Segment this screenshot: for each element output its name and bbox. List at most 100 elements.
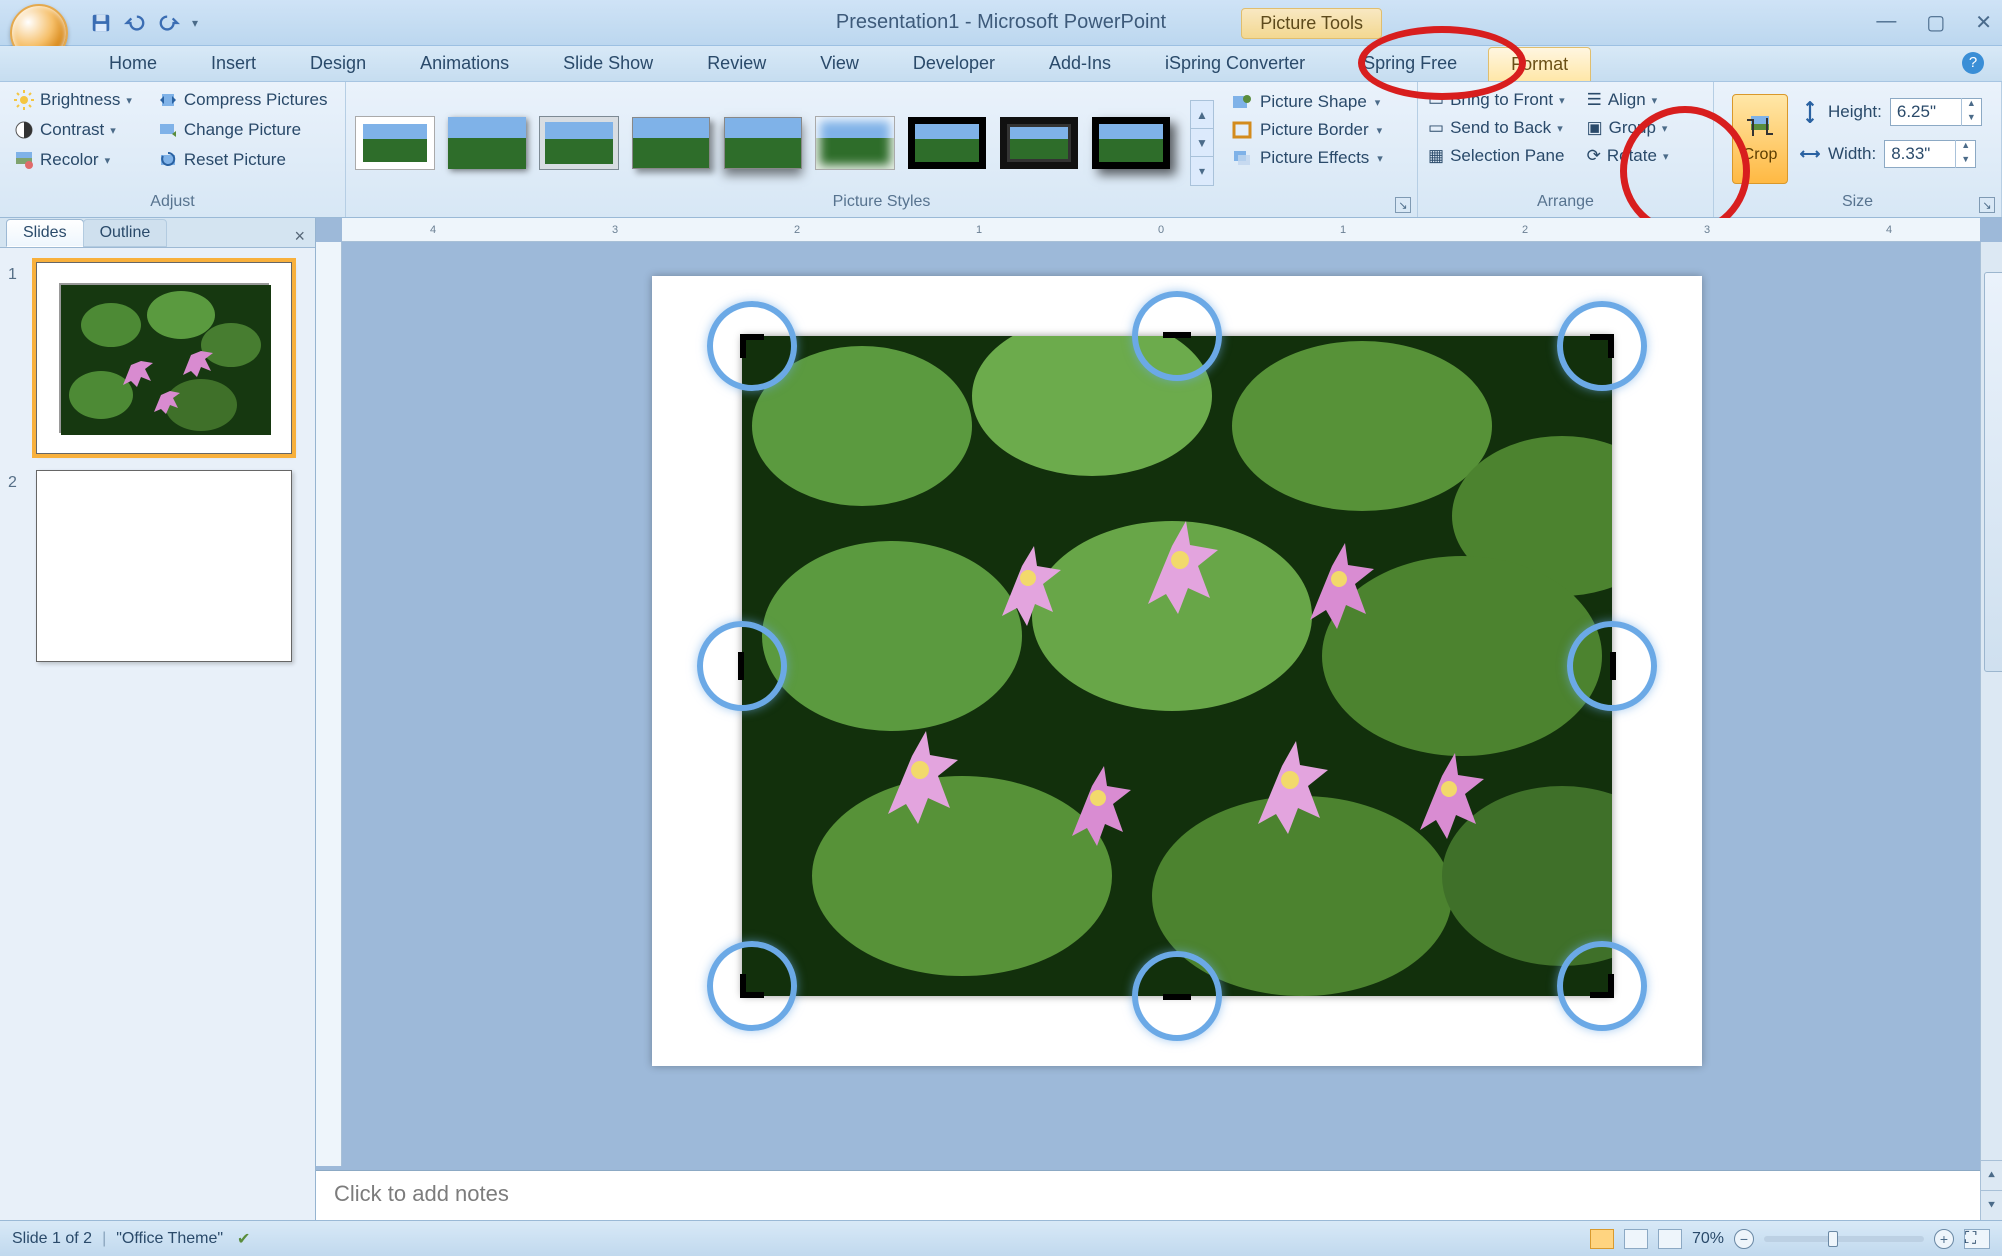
style-thumb[interactable]: [724, 117, 802, 169]
selected-picture[interactable]: [742, 336, 1612, 996]
sorter-view-button[interactable]: [1624, 1229, 1648, 1249]
normal-view-button[interactable]: [1590, 1229, 1614, 1249]
next-slide-icon[interactable]: ⯆: [1981, 1190, 2002, 1220]
slide-thumbnail-row[interactable]: 2: [8, 470, 307, 662]
tab-add-ins[interactable]: Add-Ins: [1026, 46, 1134, 81]
recolor-button[interactable]: Recolor▾: [10, 148, 136, 172]
tab-ispring-converter[interactable]: iSpring Converter: [1142, 46, 1328, 81]
send-to-back-button[interactable]: ▭Send to Back▾: [1428, 118, 1565, 138]
spinner-down-icon[interactable]: ▼: [1955, 154, 1975, 168]
vertical-ruler[interactable]: [316, 242, 342, 1166]
height-label: Height:: [1828, 102, 1882, 122]
picture-border-label: Picture Border: [1260, 120, 1369, 140]
tab-ispring-free[interactable]: iSpring Free: [1336, 46, 1480, 81]
slide-canvas[interactable]: [652, 276, 1702, 1066]
style-thumb[interactable]: [1092, 117, 1170, 169]
brightness-button[interactable]: Brightness▾: [10, 88, 136, 112]
prev-slide-icon[interactable]: ⯅: [1981, 1160, 2002, 1190]
style-thumb[interactable]: [540, 117, 618, 169]
panel-close-icon[interactable]: ×: [284, 226, 315, 247]
reset-picture-button[interactable]: Reset Picture: [154, 148, 332, 172]
panel-tab-outline[interactable]: Outline: [83, 219, 168, 247]
picture-border-button[interactable]: Picture Border▾: [1232, 120, 1383, 140]
width-input[interactable]: 8.33"▲▼: [1884, 140, 1976, 168]
group-button[interactable]: ▣Group▾: [1587, 118, 1669, 138]
style-thumb[interactable]: [632, 117, 710, 169]
style-thumb[interactable]: [356, 117, 434, 169]
scrollbar-thumb[interactable]: [1984, 272, 2002, 672]
height-value: 6.25": [1891, 102, 1961, 122]
picture-effects-button[interactable]: Picture Effects▾: [1232, 148, 1383, 168]
tab-insert[interactable]: Insert: [188, 46, 279, 81]
picture-styles-gallery[interactable]: ▲ ▼ ▾: [356, 88, 1214, 186]
notes-pane[interactable]: Click to add notes: [316, 1170, 1980, 1220]
group-icon: ▣: [1587, 118, 1603, 138]
contextual-tab-container: Picture Tools: [1241, 0, 1382, 46]
slide-thumbnail-1[interactable]: [36, 262, 292, 454]
tab-developer[interactable]: Developer: [890, 46, 1018, 81]
style-thumb[interactable]: [448, 117, 526, 169]
spinner-up-icon[interactable]: ▲: [1955, 140, 1975, 154]
gallery-down-icon[interactable]: ▼: [1191, 129, 1213, 157]
slide-thumbnail-2[interactable]: [36, 470, 292, 662]
thumbnail-image: [59, 283, 269, 433]
zoom-in-button[interactable]: +: [1934, 1229, 1954, 1249]
styles-launcher-icon[interactable]: ↘: [1395, 197, 1411, 213]
brightness-label: Brightness: [40, 90, 120, 110]
slideshow-view-button[interactable]: [1658, 1229, 1682, 1249]
zoom-out-button[interactable]: −: [1734, 1229, 1754, 1249]
slide-canvas-area[interactable]: [342, 242, 2002, 1166]
picture-tools-tab-label[interactable]: Picture Tools: [1241, 8, 1382, 39]
style-thumb[interactable]: [1000, 117, 1078, 169]
change-picture-label: Change Picture: [184, 120, 301, 140]
spinner-down-icon[interactable]: ▼: [1961, 112, 1981, 126]
size-launcher-icon[interactable]: ↘: [1979, 197, 1995, 213]
fit-to-window-button[interactable]: ⛶: [1964, 1229, 1990, 1249]
style-thumb[interactable]: [908, 117, 986, 169]
change-picture-button[interactable]: Change Picture: [154, 118, 332, 142]
crop-button[interactable]: Crop: [1732, 94, 1788, 184]
group-label-size: Size: [1714, 193, 2001, 217]
width-label: Width:: [1828, 144, 1876, 164]
tab-format[interactable]: Format: [1488, 47, 1591, 81]
gallery-more-icon[interactable]: ▾: [1191, 157, 1213, 185]
style-thumb[interactable]: [816, 117, 894, 169]
tab-slide-show[interactable]: Slide Show: [540, 46, 676, 81]
picture-shape-button[interactable]: Picture Shape▾: [1232, 92, 1383, 112]
recolor-icon: [14, 150, 34, 170]
send-back-icon: ▭: [1428, 118, 1444, 138]
selection-pane-button[interactable]: ▦Selection Pane: [1428, 146, 1565, 166]
tab-home[interactable]: Home: [86, 46, 180, 81]
gallery-scroll[interactable]: ▲ ▼ ▾: [1190, 100, 1214, 186]
status-bar: Slide 1 of 2 | "Office Theme" ✔ 70% − + …: [0, 1220, 2002, 1256]
panel-tab-slides[interactable]: Slides: [6, 219, 84, 247]
slide-thumbnail-row[interactable]: 1: [8, 262, 307, 454]
vertical-scrollbar[interactable]: ⯅ ⯆: [1980, 242, 2002, 1220]
rotate-icon: ⟳: [1587, 146, 1601, 166]
spellcheck-icon[interactable]: ✔: [237, 1229, 250, 1249]
compress-pictures-button[interactable]: Compress Pictures: [154, 88, 332, 112]
notes-placeholder: Click to add notes: [334, 1181, 509, 1206]
change-picture-icon: [158, 120, 178, 140]
brightness-icon: [14, 90, 34, 110]
bring-to-front-button[interactable]: ▭Bring to Front▾: [1428, 90, 1565, 110]
zoom-slider[interactable]: [1764, 1236, 1924, 1242]
help-icon[interactable]: ?: [1962, 52, 1984, 74]
tab-review[interactable]: Review: [684, 46, 789, 81]
tab-view[interactable]: View: [797, 46, 882, 81]
selection-pane-icon: ▦: [1428, 146, 1444, 166]
tab-design[interactable]: Design: [287, 46, 389, 81]
slide-number: 2: [8, 470, 26, 662]
annotation-circle: [1557, 301, 1647, 391]
height-input[interactable]: 6.25"▲▼: [1890, 98, 1982, 126]
tab-animations[interactable]: Animations: [397, 46, 532, 81]
horizontal-ruler[interactable]: 4 3 2 1 0 1 2 3 4: [342, 218, 1980, 242]
contrast-button[interactable]: Contrast▾: [10, 118, 136, 142]
zoom-slider-knob[interactable]: [1828, 1231, 1838, 1247]
rotate-button[interactable]: ⟳Rotate▾: [1587, 146, 1669, 166]
gallery-up-icon[interactable]: ▲: [1191, 101, 1213, 129]
picture-shape-label: Picture Shape: [1260, 92, 1367, 112]
align-button[interactable]: ☰Align▾: [1587, 90, 1669, 110]
group-label-styles: Picture Styles: [346, 193, 1417, 217]
spinner-up-icon[interactable]: ▲: [1961, 98, 1981, 112]
